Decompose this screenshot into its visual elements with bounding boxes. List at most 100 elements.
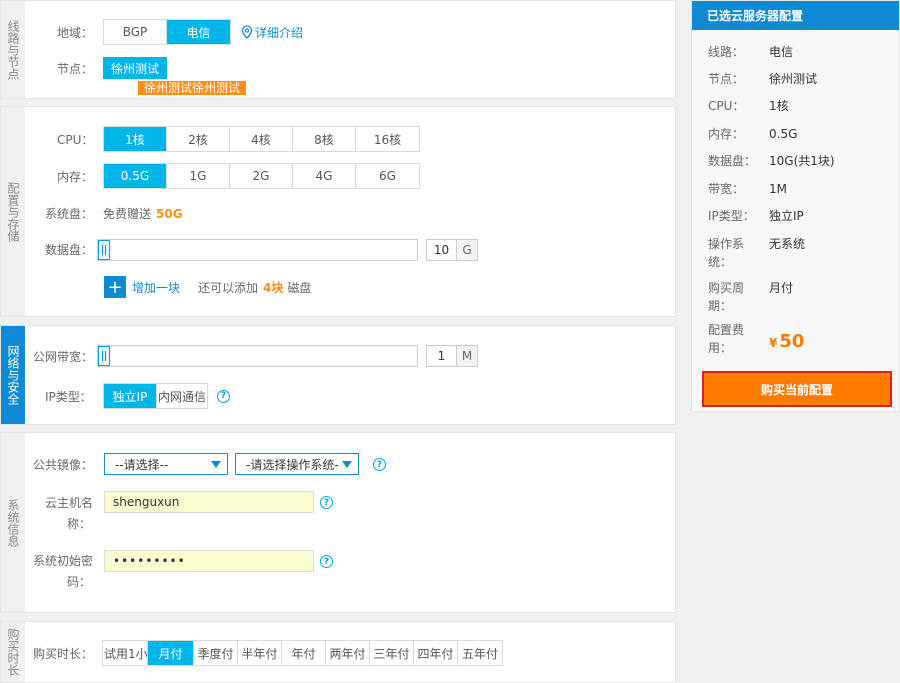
cpu-label: CPU： bbox=[57, 132, 94, 147]
system-disk-row: 系统盘： 免费赠送 50G bbox=[45, 205, 183, 222]
summary-row-bandwidth: 带宽： 1M bbox=[708, 182, 787, 196]
memory-option-1g[interactable]: 1G bbox=[167, 164, 230, 188]
system-info-section: 系统信息 公共镜像： --请选择-- -请选择操作系统- ? 云主机名 称： s… bbox=[0, 432, 676, 613]
buy-config-button[interactable]: 购买当前配置 bbox=[702, 371, 892, 407]
memory-selector: 0.5G 1G 2G 4G 6G bbox=[103, 163, 420, 189]
data-disk-size-input[interactable]: 10 bbox=[427, 240, 457, 260]
duration-option-3year[interactable]: 三年付 bbox=[370, 641, 414, 665]
add-disk-hint-suffix: 磁盘 bbox=[287, 280, 312, 295]
region-label: 地域： bbox=[57, 25, 94, 40]
add-disk-hint-count: 4块 bbox=[263, 280, 284, 295]
summary-row-os: 操作系统： 无系统 bbox=[708, 237, 806, 269]
duration-option-trial[interactable]: 试用1小时 bbox=[103, 641, 148, 665]
password-help-icon[interactable]: ? bbox=[320, 555, 333, 568]
add-disk-hint-prefix: 还可以添加 bbox=[198, 280, 259, 295]
duration-option-yearly[interactable]: 年付 bbox=[282, 641, 326, 665]
summary-row-datadisk: 数据盘： 10G(共1块) bbox=[708, 154, 835, 168]
cpu-option-1[interactable]: 1核 bbox=[104, 127, 167, 151]
data-disk-slider-handle[interactable] bbox=[98, 240, 110, 260]
duration-selector: 试用1小时 月付 季度付 半年付 年付 两年付 三年付 四年付 五年付 bbox=[102, 640, 503, 666]
memory-option-6g[interactable]: 6G bbox=[356, 164, 419, 188]
os-select-value: -请选择操作系统- bbox=[246, 457, 339, 472]
bandwidth-input[interactable]: 1 bbox=[427, 346, 457, 366]
config-storage-section: 配置与存储 CPU： 1核 2核 4核 8核 16核 内存： 0.5G 1G 2… bbox=[0, 106, 676, 317]
buy-config-label: 购买当前配置 bbox=[760, 382, 833, 397]
summary-row-cpu: CPU： 1核 bbox=[708, 99, 789, 113]
network-security-section: 网络与安全 公网带宽： 1 M IP类型： 独立IP 内网通信 ? bbox=[0, 325, 676, 425]
cpu-option-2[interactable]: 2核 bbox=[167, 127, 230, 151]
duration-section: 购买时长 购买时长： 试用1小时 月付 季度付 半年付 年付 两年付 三年付 四… bbox=[0, 621, 676, 683]
region-option-bgp[interactable]: BGP bbox=[104, 20, 167, 44]
line-node-section: 线路与节点 地域： BGP 电信 详细介绍 节点： 徐州测试 徐州测试徐州测试 bbox=[0, 0, 676, 99]
summary-row-line: 线路： 电信 bbox=[708, 45, 794, 59]
duration-label: 购买时长： bbox=[33, 647, 94, 661]
cpu-selector: 1核 2核 4核 8核 16核 bbox=[103, 126, 420, 152]
hostname-help-icon[interactable]: ? bbox=[320, 496, 333, 509]
image-label-row: 公共镜像： bbox=[33, 456, 93, 473]
hostname-input[interactable]: shenguxun bbox=[104, 491, 314, 513]
cpu-option-16[interactable]: 16核 bbox=[356, 127, 419, 151]
ip-type-row: IP类型： 独立IP 内网通信 ? bbox=[45, 383, 230, 409]
os-select[interactable]: -请选择操作系统- bbox=[235, 453, 359, 475]
image-select[interactable]: --请选择-- bbox=[104, 453, 228, 475]
duration-option-2year[interactable]: 两年付 bbox=[326, 641, 370, 665]
node-option-xuzhou[interactable]: 徐州测试 bbox=[103, 57, 168, 79]
system-disk-size: 50G bbox=[156, 206, 183, 221]
bandwidth-label-row: 公网带宽： bbox=[33, 348, 93, 365]
data-disk-size-box: 10 G bbox=[426, 239, 478, 261]
price-value: ¥50 bbox=[769, 331, 805, 352]
data-disk-label-row: 数据盘： bbox=[45, 241, 93, 258]
duration-option-halfyear[interactable]: 半年付 bbox=[238, 641, 282, 665]
detail-link[interactable]: 详细介绍 bbox=[241, 24, 303, 41]
duration-label-row: 购买时长： bbox=[33, 645, 93, 662]
section-label-line: 线路与节点 bbox=[1, 1, 25, 98]
memory-option-2g[interactable]: 2G bbox=[230, 164, 293, 188]
system-disk-text: 免费赠送 bbox=[103, 207, 152, 221]
ip-option-intranet[interactable]: 内网通信 bbox=[157, 384, 207, 408]
cpu-option-4[interactable]: 4核 bbox=[230, 127, 293, 151]
node-tag: 徐州测试徐州测试 bbox=[138, 81, 247, 95]
duration-option-monthly[interactable]: 月付 bbox=[148, 641, 194, 665]
ip-type-help-icon[interactable]: ? bbox=[217, 389, 230, 403]
duration-option-quarterly[interactable]: 季度付 bbox=[194, 641, 238, 665]
region-option-telecom[interactable]: 电信 bbox=[167, 20, 230, 44]
summary-row-period: 购买周期： 月付 bbox=[708, 281, 794, 313]
password-input[interactable]: ••••••••• bbox=[104, 550, 314, 572]
location-pin-icon bbox=[241, 25, 253, 39]
system-disk-label: 系统盘： bbox=[45, 207, 94, 221]
summary-row-memory: 内存： 0.5G bbox=[708, 127, 798, 141]
ip-type-selector: 独立IP 内网通信 bbox=[103, 383, 208, 409]
ip-type-label: IP类型： bbox=[45, 389, 92, 404]
duration-option-trial-label: 试用1小时 bbox=[104, 646, 148, 661]
region-row: 地域： BGP 电信 详细介绍 bbox=[57, 19, 303, 45]
duration-option-5year[interactable]: 五年付 bbox=[458, 641, 502, 665]
add-disk-button[interactable]: + bbox=[104, 276, 126, 298]
data-disk-slider[interactable] bbox=[97, 239, 418, 261]
memory-option-4g[interactable]: 4G bbox=[293, 164, 356, 188]
hostname-label: 云主机名 称： bbox=[45, 496, 94, 531]
memory-option-0-5g[interactable]: 0.5G bbox=[104, 164, 167, 188]
bandwidth-size-box: 1 M bbox=[426, 345, 478, 367]
cpu-row: CPU： 1核 2核 4核 8核 16核 bbox=[57, 126, 420, 152]
password-label: 系统初始密 码： bbox=[33, 554, 94, 589]
node-label: 节点： bbox=[57, 61, 94, 76]
section-label-config: 配置与存储 bbox=[1, 107, 25, 316]
image-label: 公共镜像： bbox=[33, 458, 94, 472]
data-disk-label: 数据盘： bbox=[45, 243, 94, 257]
memory-label: 内存： bbox=[57, 169, 94, 184]
summary-title: 已选云服务器配置 bbox=[692, 1, 899, 30]
image-help-icon[interactable]: ? bbox=[373, 458, 386, 471]
section-label-duration: 购买时长 bbox=[1, 622, 25, 682]
duration-option-4year[interactable]: 四年付 bbox=[414, 641, 458, 665]
detail-link-label: 详细介绍 bbox=[255, 25, 304, 40]
section-label-system: 系统信息 bbox=[1, 433, 25, 612]
chevron-down-icon bbox=[342, 461, 352, 468]
bandwidth-slider[interactable] bbox=[97, 345, 418, 367]
add-disk-link[interactable]: 增加一块 bbox=[132, 279, 180, 296]
image-select-value: --请选择-- bbox=[115, 457, 169, 472]
node-row: 节点： 徐州测试 bbox=[57, 57, 168, 79]
bandwidth-slider-handle[interactable] bbox=[98, 346, 110, 366]
section-label-network: 网络与安全 bbox=[1, 326, 25, 424]
ip-option-public[interactable]: 独立IP bbox=[104, 384, 157, 408]
cpu-option-8[interactable]: 8核 bbox=[293, 127, 356, 151]
